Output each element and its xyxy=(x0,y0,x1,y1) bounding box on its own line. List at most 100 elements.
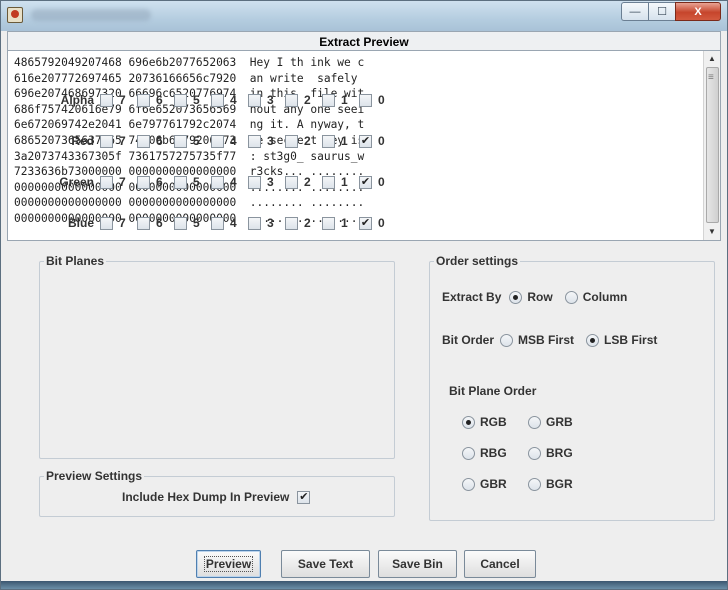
maximize-button[interactable]: ☐ xyxy=(648,2,675,21)
green-bit-6-checkbox[interactable]: 6 xyxy=(137,175,174,189)
save-text-button[interactable]: Save Text xyxy=(281,550,370,578)
red-bit-7-checkbox[interactable]: 7 xyxy=(100,134,137,148)
blue-bit-7-checkbox[interactable]: 7 xyxy=(100,216,137,230)
bit-number-label: 5 xyxy=(193,175,200,189)
green-bit-2-checkbox[interactable]: 2 xyxy=(285,175,322,189)
red-bit-6-checkbox[interactable]: 6 xyxy=(137,134,174,148)
bit-number-label: 7 xyxy=(119,134,126,148)
checkbox-box xyxy=(211,216,224,230)
green-bit-0-checkbox[interactable]: ✔ 0 xyxy=(359,175,396,189)
plane-order-brg-radio[interactable]: BRG xyxy=(528,446,573,460)
alpha-bit-7-checkbox[interactable]: 7 xyxy=(100,93,137,107)
preview-line: 0000000000000000 0000000000000000 ......… xyxy=(14,196,365,210)
scroll-down-arrow-icon[interactable]: ▼ xyxy=(704,224,720,240)
maximize-icon: ☐ xyxy=(657,6,667,18)
blue-bit-6-checkbox[interactable]: 6 xyxy=(137,216,174,230)
green-bit-5-checkbox[interactable]: 5 xyxy=(174,175,211,189)
red-bit-4-checkbox[interactable]: 4 xyxy=(211,134,248,148)
save-bin-button[interactable]: Save Bin xyxy=(378,550,457,578)
checkbox-box: ✔ xyxy=(359,134,372,148)
checkbox-box xyxy=(285,93,298,107)
msb-first-radio[interactable]: MSB First xyxy=(500,333,574,347)
plane-order-rgb-radio[interactable]: RGB xyxy=(462,415,507,429)
blue-bit-2-checkbox[interactable]: 2 xyxy=(285,216,322,230)
plane-order-label: GBR xyxy=(480,477,507,491)
checkbox-box xyxy=(322,93,335,107)
checkbox-box xyxy=(137,175,150,189)
plane-order-gbr-radio[interactable]: GBR xyxy=(462,477,507,491)
alpha-bit-5-checkbox[interactable]: 5 xyxy=(174,93,211,107)
red-bit-5-checkbox[interactable]: 5 xyxy=(174,134,211,148)
include-hex-dump-checkbox[interactable]: ✔ xyxy=(297,490,311,504)
checkbox-box xyxy=(248,175,261,189)
checkbox-box xyxy=(211,134,224,148)
alpha-bit-4-checkbox[interactable]: 4 xyxy=(211,93,248,107)
plane-order-grb-radio[interactable]: GRB xyxy=(528,415,573,429)
green-bit-7-checkbox[interactable]: 7 xyxy=(100,175,137,189)
scrollbar-thumb[interactable] xyxy=(706,67,719,223)
bit-number-label: 5 xyxy=(193,93,200,107)
green-bit-3-checkbox[interactable]: 3 xyxy=(248,175,285,189)
close-icon: X xyxy=(694,5,702,18)
blue-bit-4-checkbox[interactable]: 4 xyxy=(211,216,248,230)
extract-by-column-radio[interactable]: Column xyxy=(564,290,627,304)
radio-circle xyxy=(462,446,475,460)
checkbox-box xyxy=(359,93,372,107)
blue-bit-1-checkbox[interactable]: 1 xyxy=(322,216,359,230)
plane-order-label: BGR xyxy=(546,477,573,491)
order-settings-title: Order settings xyxy=(434,254,521,268)
checkbox-box xyxy=(322,216,335,230)
dialog-content: Extract Preview 4865792049207468 696e6b2… xyxy=(7,31,721,583)
red-bit-1-checkbox[interactable]: 1 xyxy=(322,134,359,148)
extract-by-label: Extract By xyxy=(442,290,502,304)
checkbox-box: ✔ xyxy=(359,175,372,189)
java-app-icon xyxy=(7,7,23,23)
bit-number-label: 3 xyxy=(267,93,274,107)
extract-preview-header: Extract Preview xyxy=(7,31,721,51)
bit-number-label: 2 xyxy=(304,134,311,148)
extract-by-row-radio[interactable]: Row xyxy=(509,290,553,304)
radio-circle xyxy=(528,446,541,460)
title-bar[interactable]: — ☐ X xyxy=(1,1,727,31)
taskbar-strip xyxy=(1,581,727,589)
minimize-button[interactable]: — xyxy=(621,2,648,21)
checkbox-box xyxy=(100,216,113,230)
bit-plane-row-label: Green xyxy=(59,175,94,189)
bit-number-label: 0 xyxy=(378,93,385,107)
blue-bit-3-checkbox[interactable]: 3 xyxy=(248,216,285,230)
red-bit-2-checkbox[interactable]: 2 xyxy=(285,134,322,148)
checkbox-box xyxy=(285,175,298,189)
bit-number-label: 4 xyxy=(230,175,237,189)
preview-line: 616e207772697465 20736166656c7920 an wri… xyxy=(14,71,365,85)
preview-settings-title: Preview Settings xyxy=(44,469,145,483)
checkbox-box xyxy=(137,216,150,230)
checkbox-box xyxy=(174,175,187,189)
bit-number-label: 4 xyxy=(230,216,237,230)
hex-dump-label: Include Hex Dump In Preview xyxy=(122,490,290,504)
scroll-up-arrow-icon[interactable]: ▲ xyxy=(704,51,720,67)
close-button[interactable]: X xyxy=(675,2,721,21)
alpha-bit-2-checkbox[interactable]: 2 xyxy=(285,93,322,107)
checkbox-box xyxy=(248,216,261,230)
blue-bit-5-checkbox[interactable]: 5 xyxy=(174,216,211,230)
alpha-bit-3-checkbox[interactable]: 3 xyxy=(248,93,285,107)
checkbox-box xyxy=(174,93,187,107)
red-bit-3-checkbox[interactable]: 3 xyxy=(248,134,285,148)
preview-button[interactable]: Preview xyxy=(196,550,261,578)
preview-vertical-scrollbar[interactable]: ▲ ▼ xyxy=(703,51,720,240)
green-bit-4-checkbox[interactable]: 4 xyxy=(211,175,248,189)
bit-number-label: 6 xyxy=(156,175,163,189)
radio-circle xyxy=(528,477,541,491)
plane-order-rbg-radio[interactable]: RBG xyxy=(462,446,507,460)
bit-number-label: 0 xyxy=(378,134,385,148)
alpha-bit-0-checkbox[interactable]: 0 xyxy=(359,93,396,107)
green-bit-1-checkbox[interactable]: 1 xyxy=(322,175,359,189)
alpha-bit-6-checkbox[interactable]: 6 xyxy=(137,93,174,107)
red-bit-0-checkbox[interactable]: ✔ 0 xyxy=(359,134,396,148)
alpha-bit-1-checkbox[interactable]: 1 xyxy=(322,93,359,107)
bit-planes-group: Bit Planes Alpha 7 6 5 4 3 2 1 0 Red 7 6 5 4 3 2 1 ✔ 0 Gree… xyxy=(39,93,395,459)
lsb-first-radio[interactable]: LSB First xyxy=(586,333,657,347)
blue-bit-0-checkbox[interactable]: ✔ 0 xyxy=(359,216,396,230)
plane-order-bgr-radio[interactable]: BGR xyxy=(528,477,573,491)
cancel-button[interactable]: Cancel xyxy=(464,550,536,578)
